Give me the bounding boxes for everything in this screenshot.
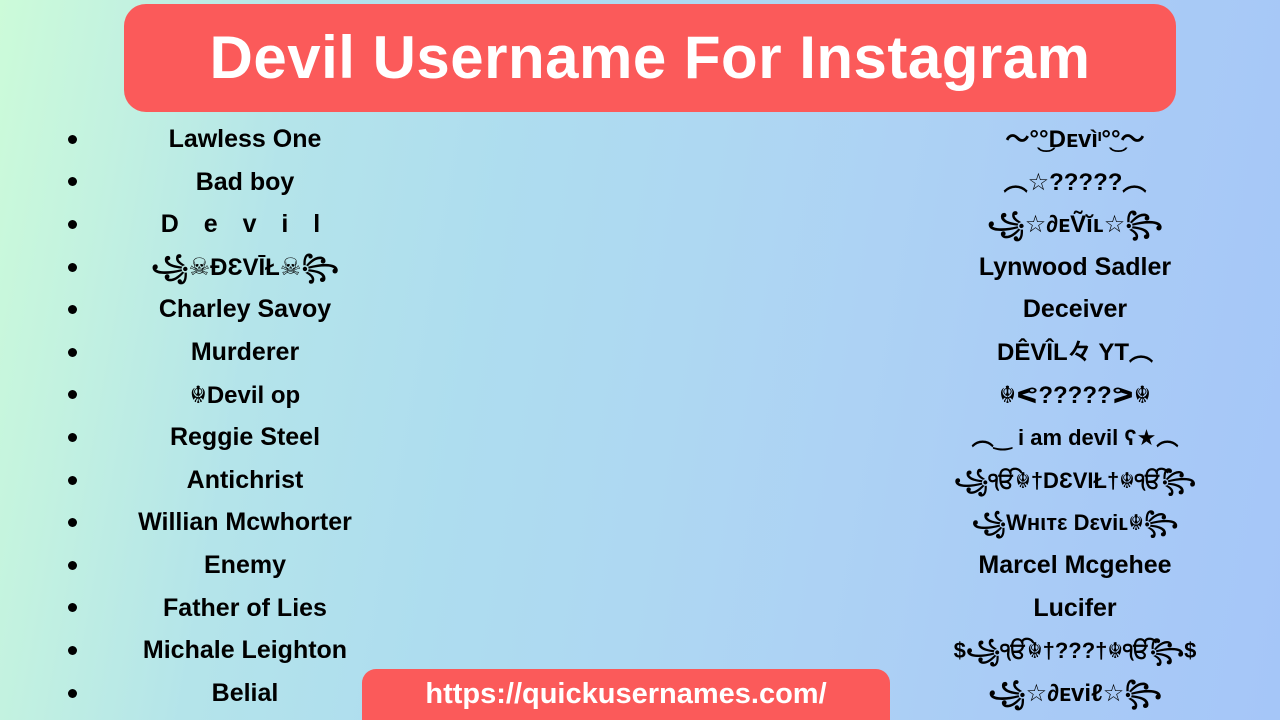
title-banner: Devil Username For Instagram [124, 4, 1176, 112]
username-text: Murderer [190, 337, 300, 366]
left-username-list: Lawless One Bad boy D e v i l ꧁☠ÐƐVĪŁ☠꧂ … [0, 118, 640, 714]
list-item: ꧁ੴ☬†DƐVIŁ†☬ੴ꧂ [640, 459, 1280, 502]
bullet-icon [68, 177, 77, 187]
username-text: D e v i l [160, 210, 330, 239]
username-text: Charley Savoy [158, 295, 332, 324]
page-title: Devil Username For Instagram [209, 24, 1091, 91]
poster-canvas: Devil Username For Instagram Lawless One… [0, 0, 1280, 720]
username-text: Antichrist [186, 465, 304, 494]
username-text: DÊVÎL々 YT︵ [996, 338, 1153, 366]
username-text: 〜°͜°Dᴇvìᶦ°͜°〜 [1005, 126, 1145, 153]
list-item: Murderer [0, 331, 640, 374]
bullet-icon [68, 262, 77, 272]
bullet-icon [68, 432, 77, 442]
username-text: Deceiver [1022, 295, 1128, 324]
bullet-icon [68, 475, 77, 485]
username-text: Belial [211, 678, 279, 707]
username-text: ☬ᕙ?????ᕗ☬ [999, 381, 1151, 409]
username-text: ꧁☆∂ᴇṼĭʟ☆꧂ [987, 211, 1163, 239]
bullet-icon [68, 688, 77, 698]
list-item: Charley Savoy [0, 288, 640, 331]
bullet-icon [68, 219, 77, 229]
list-item: Bad boy [0, 161, 640, 204]
list-item: Lawless One [0, 118, 640, 161]
list-item: Willian Mcwhorter [0, 501, 640, 544]
list-item: Enemy [0, 544, 640, 587]
username-text: Michale Leighton [142, 636, 348, 665]
username-text: Lucifer [1033, 593, 1117, 622]
list-item: Antichrist [0, 459, 640, 502]
username-text: Marcel Mcgehee [978, 550, 1172, 579]
bullet-icon [68, 305, 77, 315]
list-item: Michale Leighton [0, 629, 640, 672]
left-column: Lawless One Bad boy D e v i l ꧁☠ÐƐVĪŁ☠꧂ … [0, 118, 640, 720]
username-text: Lynwood Sadler [978, 252, 1172, 281]
username-text: ꧁ੴ☬†DƐVIŁ†☬ੴ꧂ [954, 467, 1196, 493]
list-item: 〜°͜°Dᴇvìᶦ°͜°〜 [640, 118, 1280, 161]
list-item: DÊVÎL々 YT︵ [640, 331, 1280, 374]
website-url[interactable]: https://quickusernames.com/ [425, 680, 826, 709]
bullet-icon [68, 560, 77, 570]
bullet-icon [68, 134, 77, 144]
list-item: D e v i l [0, 203, 640, 246]
list-item: ꧁☆∂ᴇṼĭʟ☆꧂ [640, 203, 1280, 246]
list-item: Deceiver [640, 288, 1280, 331]
list-item: ꧁☠ÐƐVĪŁ☠꧂ [0, 246, 640, 289]
list-item: ꧁Wнιтε Dεviʟ☬꧂ [640, 501, 1280, 544]
list-item: Father of Lies [0, 587, 640, 630]
username-text: $꧁ੴ☬†???†☬ੴ꧂$ [953, 638, 1197, 664]
bullet-icon [68, 518, 77, 528]
username-text: ꧁☠ÐƐVĪŁ☠꧂ [151, 253, 339, 281]
list-item: Lucifer [640, 587, 1280, 630]
username-text: Father of Lies [163, 593, 327, 622]
list-item: Reggie Steel [0, 416, 640, 459]
username-text: Reggie Steel [169, 423, 321, 452]
right-column: 〜°͜°Dᴇvìᶦ°͜°〜 ︵☆?????︵ ꧁☆∂ᴇṼĭʟ☆꧂ Lynwood… [640, 118, 1280, 720]
list-item: ☬Devil op [0, 374, 640, 417]
right-username-list: 〜°͜°Dᴇvìᶦ°͜°〜 ︵☆?????︵ ꧁☆∂ᴇṼĭʟ☆꧂ Lynwood… [640, 118, 1280, 714]
username-text: ☬Devil op [189, 381, 301, 409]
list-item: $꧁ੴ☬†???†☬ੴ꧂$ [640, 629, 1280, 672]
website-url-banner[interactable]: https://quickusernames.com/ [362, 669, 890, 720]
list-item: ︵☆?????︵ [640, 161, 1280, 204]
list-item: ︵‿ i am devil ʕ★︵ [640, 416, 1280, 459]
list-item: Lynwood Sadler [640, 246, 1280, 289]
bullet-icon [68, 645, 77, 655]
bullet-icon [68, 390, 77, 400]
username-text: Enemy [204, 550, 286, 579]
username-text: ꧁☆∂ᴇviℓ☆꧂ [988, 679, 1162, 707]
username-text: Bad boy [195, 167, 295, 196]
username-text: ꧁Wнιтε Dεviʟ☬꧂ [971, 510, 1179, 536]
username-columns: Lawless One Bad boy D e v i l ꧁☠ÐƐVĪŁ☠꧂ … [0, 118, 1280, 720]
bullet-icon [68, 603, 77, 613]
username-text: Lawless One [168, 125, 322, 153]
list-item: Marcel Mcgehee [640, 544, 1280, 587]
username-text: ︵‿ i am devil ʕ★︵ [971, 425, 1179, 451]
list-item: ☬ᕙ?????ᕗ☬ [640, 374, 1280, 417]
bullet-icon [68, 347, 77, 357]
username-text: Willian Mcwhorter [138, 508, 352, 537]
username-text: ︵☆?????︵ [1003, 168, 1147, 196]
